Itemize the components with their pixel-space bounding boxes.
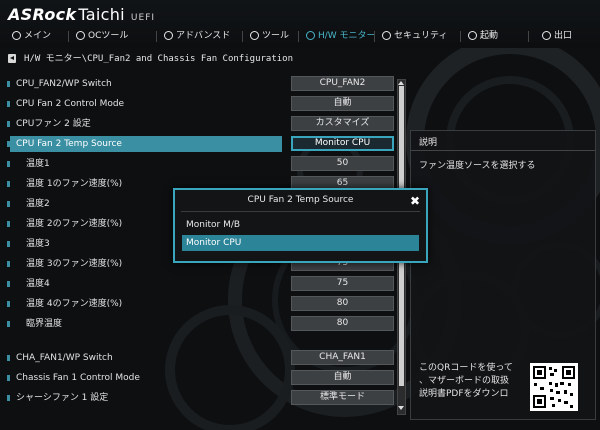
setting-label: 温度 3のファン速度(%) [26,259,123,269]
bullet-icon [7,201,10,207]
setting-label: 温度3 [26,239,50,249]
setting-label: 温度 4のファン速度(%) [26,299,123,309]
option-monitor-cpu[interactable]: Monitor CPU [182,235,419,251]
setting-value[interactable]: CPU_FAN2 [291,76,394,91]
setting-label: 温度 2のファン速度(%) [26,219,123,229]
scroll-down-icon[interactable] [397,404,406,412]
setting-label: シャーシファン 1 設定 [16,393,109,403]
bullet-icon [7,261,10,267]
setting-row[interactable]: 臨界温度 80 [4,316,408,332]
help-description: ファン温度ソースを選択する [419,161,536,171]
bullet-icon [7,101,10,107]
tab-main[interactable]: メイン [12,29,51,43]
tab-divider [374,31,375,42]
setting-label: Chassis Fan 1 Control Mode [16,373,140,383]
setting-row[interactable]: CPU_FAN2/WP Switch CPU_FAN2 [4,76,408,92]
breadcrumb: H/W モニター\CPU_Fan2 and Chassis Fan Config… [24,54,293,64]
tab-tool[interactable]: ツール [250,29,289,43]
setting-value[interactable]: Monitor CPU [291,136,394,151]
qr-description: このQRコードを使って 、マザーボードの取扱 説明書PDFをダウンロ [419,363,513,399]
option-monitor-mb[interactable]: Monitor M/B [182,217,419,233]
bullet-icon [7,161,10,167]
bullet-icon [7,281,10,287]
setting-label: CHA_FAN1/WP Switch [16,353,113,363]
power-icon [468,31,477,40]
bullet-icon [7,141,10,147]
close-icon[interactable]: ✖ [408,194,422,208]
divider [181,211,420,212]
tab-hw-monitor[interactable]: H/W モニター [306,29,376,43]
tab-divider [68,31,69,42]
temp-source-dialog: CPU Fan 2 Temp Source ✖ Monitor M/B Moni… [173,188,428,263]
bullet-icon [7,221,10,227]
setting-row[interactable]: 温度 4のファン速度(%) 80 [4,296,408,312]
bullet-icon [7,301,10,307]
bullet-icon [7,355,10,361]
setting-value[interactable]: 標準モード [291,390,394,405]
setting-row[interactable]: 温度1 50 [4,156,408,172]
tab-divider [156,31,157,42]
setting-label: CPU Fan 2 Control Mode [16,99,125,109]
setting-value[interactable]: カスタマイズ [291,116,394,131]
tool-icon [250,31,259,40]
bullet-icon [7,181,10,187]
setting-label: 温度4 [26,279,50,289]
tab-divider [460,31,461,42]
bullet-icon [7,121,10,127]
dialog-title: CPU Fan 2 Temp Source [247,195,354,205]
oc-icon [76,31,85,40]
main-tabs: メイン OCツール アドバンスド ツール H/W モニター セキュリティ 起動 … [6,29,598,43]
top-bar: ASRock Taichi UEFI メイン OCツール アドバンスド ツール H/… [0,0,600,48]
tab-divider [298,31,299,42]
tab-oc-tweaker[interactable]: OCツール [76,29,128,43]
tab-exit[interactable]: 出口 [542,29,572,43]
setting-label: 臨界温度 [26,319,63,329]
setting-label: 温度1 [26,159,50,169]
setting-value[interactable]: 自動 [291,96,394,111]
setting-value[interactable]: 75 [291,276,394,291]
setting-label: CPUファン 2 設定 [16,119,91,129]
setting-label: 温度2 [26,199,50,209]
tab-boot[interactable]: 起動 [468,29,498,43]
help-panel: 説明 ファン温度ソースを選択する このQRコードを使って 、マザーボードの取扱 … [410,130,596,420]
setting-value[interactable]: 80 [291,296,394,311]
bullet-icon [7,395,10,401]
setting-label: CPU_FAN2/WP Switch [16,79,112,89]
exit-icon [542,31,551,40]
qr-code-icon [530,363,578,411]
tab-divider [528,31,529,42]
setting-row[interactable]: 温度4 75 [4,276,408,292]
setting-label: 温度 1のファン速度(%) [26,179,123,189]
setting-value[interactable]: 80 [291,316,394,331]
home-icon [12,31,21,40]
setting-row[interactable]: CPUファン 2 設定 カスタマイズ [4,116,408,132]
tab-advanced[interactable]: アドバンスド [164,29,230,43]
setting-row[interactable]: CHA_FAN1/WP Switch CHA_FAN1 [4,350,408,366]
breadcrumb-bar: H/W モニター\CPU_Fan2 and Chassis Fan Config… [6,51,594,67]
back-arrow-icon[interactable] [8,54,16,63]
setting-row[interactable]: CPU Fan 2 Control Mode 自動 [4,96,408,112]
bullet-icon [7,81,10,87]
brand-logo: ASRock Taichi UEFI [8,5,156,24]
divider [411,150,595,151]
setting-row[interactable]: シャーシファン 1 設定 標準モード [4,390,408,406]
scroll-up-icon[interactable] [397,79,406,87]
setting-value[interactable]: 50 [291,156,394,171]
bullet-icon [7,241,10,247]
tab-divider [242,31,243,42]
setting-value[interactable]: CHA_FAN1 [291,350,394,365]
setting-value[interactable]: 自動 [291,370,394,385]
monitor-icon [306,31,315,40]
bullet-icon [7,375,10,381]
shield-icon [382,31,391,40]
tab-security[interactable]: セキュリティ [382,29,447,43]
setting-row[interactable]: Chassis Fan 1 Control Mode 自動 [4,370,408,386]
setting-label: CPU Fan 2 Temp Source [16,139,122,149]
setting-row-selected[interactable]: CPU Fan 2 Temp Source Monitor CPU [4,136,408,152]
bullet-icon [7,321,10,327]
help-title: 説明 [419,138,438,148]
star-icon [164,31,173,40]
